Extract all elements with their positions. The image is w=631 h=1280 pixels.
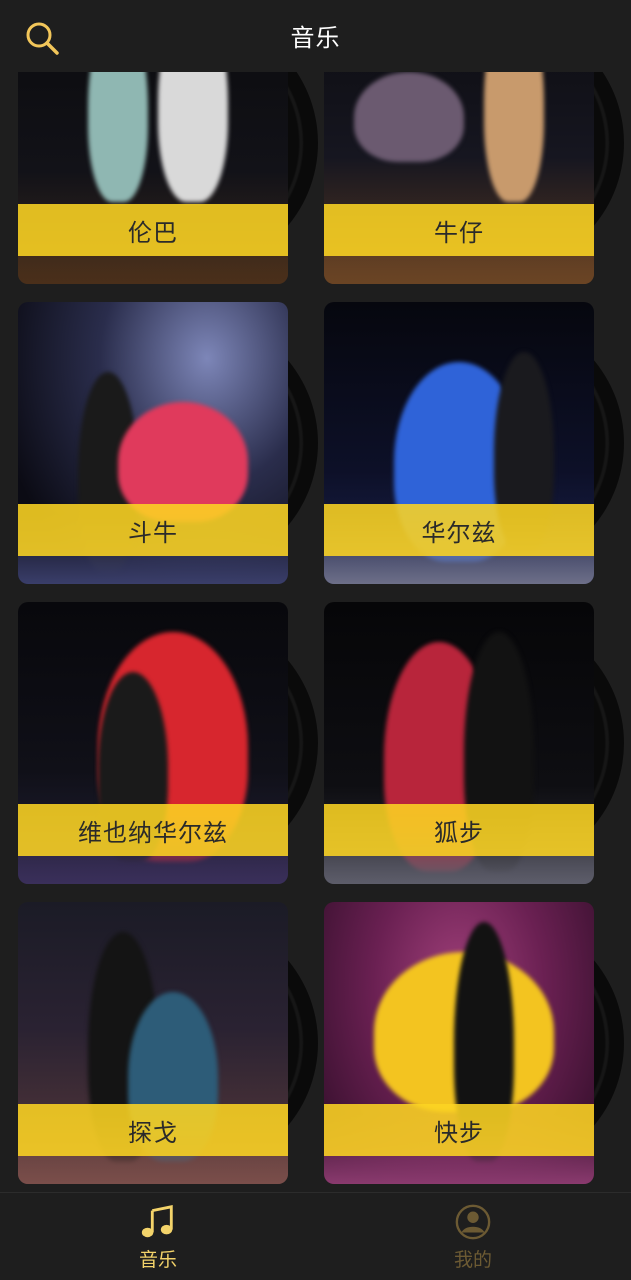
dance-label: 华尔兹 (324, 504, 594, 556)
dance-label: 狐步 (324, 804, 594, 856)
app-root: 伦巴 牛仔 斗牛 华尔兹 维也纳华尔兹 狐步 探戈 快步 音乐 音乐 我的 (0, 0, 631, 1280)
top-bar: 音乐 (0, 0, 631, 72)
dance-grid: 伦巴 牛仔 斗牛 华尔兹 维也纳华尔兹 狐步 探戈 快步 (0, 0, 631, 1192)
dance-card-quickstep[interactable]: 快步 (324, 902, 624, 1184)
user-icon (455, 1204, 491, 1240)
tab-music-label: 音乐 (138, 1249, 177, 1271)
dance-card-foxtrot[interactable]: 狐步 (324, 602, 624, 884)
page-title: 音乐 (290, 24, 341, 52)
dance-label: 探戈 (18, 1104, 288, 1156)
music-note-icon (141, 1205, 173, 1238)
dance-label: 维也纳华尔兹 (18, 804, 288, 856)
dance-card-waltz[interactable]: 华尔兹 (324, 302, 624, 584)
tab-music[interactable]: 音乐 (98, 1203, 218, 1277)
tab-mine-label: 我的 (453, 1249, 492, 1271)
dance-label: 快步 (324, 1104, 594, 1156)
bottom-nav: 音乐 我的 (0, 1192, 631, 1280)
dance-card-paso-doble[interactable]: 斗牛 (18, 302, 318, 584)
dance-card-viennese-waltz[interactable]: 维也纳华尔兹 (18, 602, 318, 884)
dance-label: 牛仔 (324, 204, 594, 256)
dance-label: 伦巴 (18, 204, 288, 256)
dance-card-tango[interactable]: 探戈 (18, 902, 318, 1184)
tab-mine[interactable]: 我的 (413, 1203, 533, 1277)
dance-label: 斗牛 (18, 504, 288, 556)
